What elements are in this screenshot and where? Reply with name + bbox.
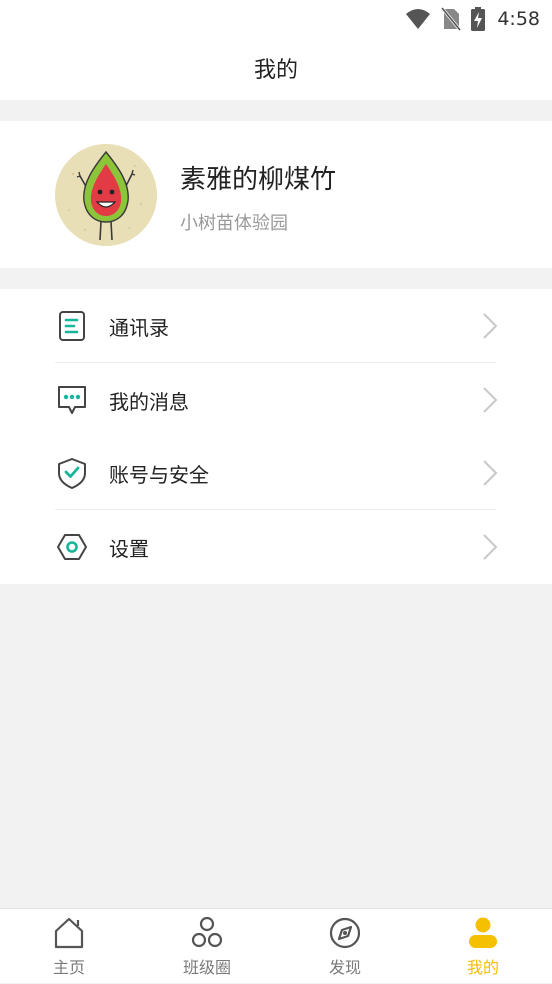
message-icon (58, 386, 86, 414)
compass-icon (329, 917, 361, 949)
tab-label: 我的 (466, 958, 499, 977)
tab-mine[interactable]: 我的 (414, 909, 552, 984)
home-icon (54, 917, 84, 949)
menu-item-messages[interactable]: 我的消息 (0, 363, 552, 436)
user-name: 素雅的柳煤竹 (180, 165, 337, 195)
tab-home[interactable]: 主页 (0, 909, 138, 984)
battery-charging-icon (471, 7, 486, 31)
status-bar: 4:58 (0, 0, 552, 36)
tab-label: 发现 (328, 958, 361, 977)
tab-label: 主页 (52, 958, 85, 977)
menu-item-account-security[interactable]: 账号与安全 (0, 436, 552, 509)
menu-item-contacts[interactable]: 通讯录 (0, 289, 552, 362)
menu-item-label: 通讯录 (109, 316, 169, 340)
menu-item-label: 设置 (109, 537, 149, 561)
menu-item-label: 账号与安全 (109, 463, 209, 487)
no-sim-icon (441, 7, 462, 31)
menu-list: 通讯录 我的消息 账号与安全 设置 (0, 289, 552, 584)
navigation-bar: 我的 (0, 36, 552, 100)
shield-icon (58, 458, 86, 489)
chevron-right-icon (483, 313, 498, 339)
chevron-right-icon (483, 534, 498, 560)
avatar[interactable] (55, 144, 157, 246)
circles-icon (191, 916, 223, 948)
school-name: 小树苗体验园 (180, 213, 288, 234)
status-time: 4:58 (497, 8, 540, 30)
bottom-tab-bar: 主页 班级圈 发现 我的 (0, 908, 552, 983)
status-icons: 4:58 (405, 6, 540, 32)
chevron-right-icon (483, 460, 498, 486)
watermelon-character-avatar (55, 144, 157, 246)
person-icon (469, 917, 497, 948)
tab-discover[interactable]: 发现 (276, 909, 414, 984)
page-title: 我的 (253, 58, 298, 83)
tab-label: 班级圈 (182, 958, 231, 977)
tab-class-circle[interactable]: 班级圈 (138, 909, 276, 984)
settings-icon (57, 534, 87, 560)
wifi-icon (406, 9, 431, 29)
profile-card[interactable]: 素雅的柳煤竹 小树苗体验园 (0, 121, 552, 268)
chevron-right-icon (483, 387, 498, 413)
menu-item-label: 我的消息 (109, 390, 189, 414)
contacts-icon (59, 311, 85, 341)
menu-item-settings[interactable]: 设置 (0, 510, 552, 583)
